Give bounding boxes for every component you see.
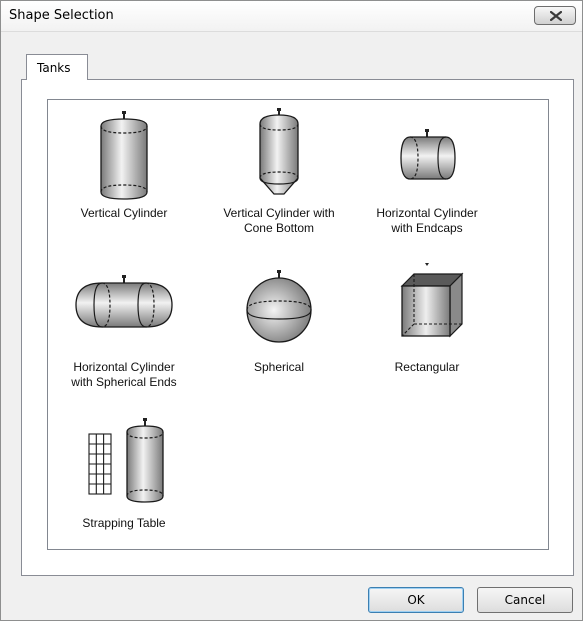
shape-spherical[interactable]: Spherical [204, 262, 354, 392]
tab-tanks[interactable]: Tanks [26, 54, 88, 80]
shape-horizontal-cylinder-spherical-ends[interactable]: Horizontal Cylinder with Spherical Ends [49, 262, 199, 392]
shape-vertical-cylinder[interactable]: Vertical Cylinder [49, 108, 199, 238]
cancel-button[interactable]: Cancel [477, 587, 573, 613]
shape-list: Vertical Cylinder Vertical Cylinder with… [47, 99, 549, 550]
rectangular-tank-icon [400, 263, 464, 338]
shape-label: Vertical Cylinder with Cone Bottom [223, 206, 335, 235]
ok-button[interactable]: OK [368, 587, 464, 613]
window-title: Shape Selection [9, 8, 114, 23]
shape-selection-dialog: Shape Selection Tanks Vertical Cylinder … [0, 0, 583, 621]
shape-vertical-cylinder-cone-bottom[interactable]: Vertical Cylinder with Cone Bottom [204, 108, 354, 238]
tab-tanks-label: Tanks [37, 61, 71, 75]
shape-strapping-table[interactable]: Strapping Table [49, 418, 199, 548]
shape-label: Spherical [253, 360, 305, 374]
title-bar[interactable]: Shape Selection [1, 1, 582, 32]
shape-label: Horizontal Cylinder with Endcaps [376, 206, 478, 235]
tab-page-tanks: Vertical Cylinder Vertical Cylinder with… [21, 79, 574, 576]
sphere-icon [246, 270, 312, 343]
vertical-cylinder-icon [100, 111, 148, 200]
shape-label: Horizontal Cylinder with Spherical Ends [71, 360, 177, 389]
horizontal-cylinder-endcaps-icon [400, 129, 456, 180]
horizontal-cylinder-spherical-ends-icon [75, 275, 173, 328]
shape-label: Rectangular [394, 360, 460, 374]
vertical-cylinder-cone-bottom-icon [259, 108, 299, 195]
shape-horizontal-cylinder-endcaps[interactable]: Horizontal Cylinder with Endcaps [352, 108, 502, 238]
tab-strip: Tanks [1, 31, 582, 81]
close-button[interactable] [534, 6, 576, 25]
strapping-table-icon [88, 418, 164, 503]
close-icon [550, 11, 562, 21]
shape-label: Strapping Table [82, 516, 166, 530]
table-grid [88, 433, 112, 495]
shape-rectangular[interactable]: Rectangular [352, 262, 502, 392]
shape-label: Vertical Cylinder [80, 206, 168, 220]
